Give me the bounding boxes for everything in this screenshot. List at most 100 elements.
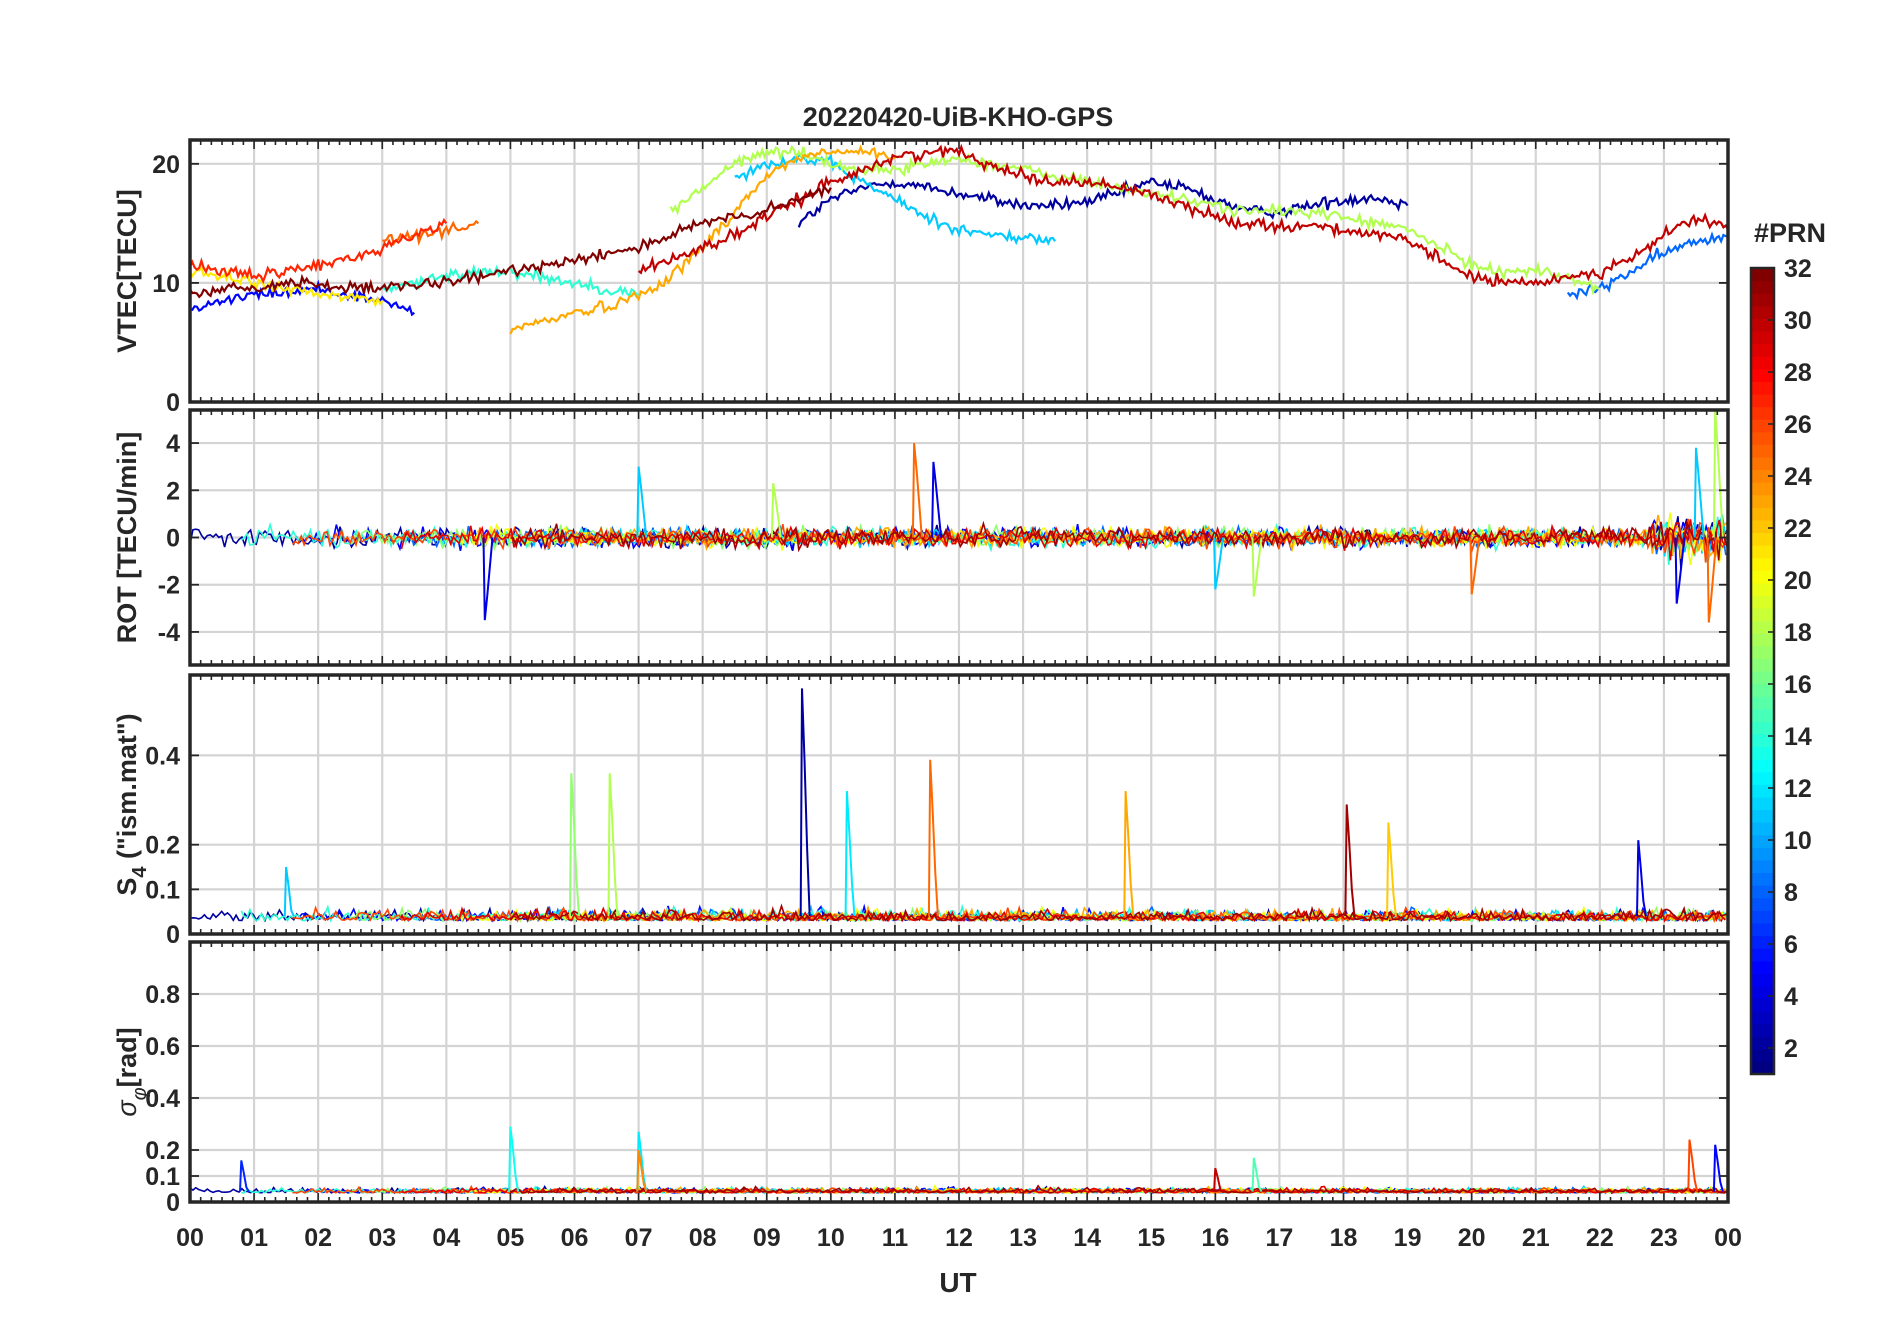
- x-tick-label: 00: [1714, 1224, 1742, 1252]
- colorbar-band: [1751, 1048, 1774, 1063]
- x-tick-label: 02: [304, 1224, 332, 1252]
- y-axis-label: VTEC[TECU]: [112, 189, 142, 353]
- colorbar-band: [1751, 482, 1774, 496]
- colorbar-band: [1751, 721, 1774, 735]
- colorbar-band: [1751, 973, 1774, 987]
- colorbar-band: [1751, 834, 1774, 848]
- colorbar-band: [1751, 671, 1774, 685]
- colorbar-band: [1751, 696, 1774, 710]
- colorbar-tick-label: 10: [1784, 827, 1812, 855]
- colorbar-band: [1751, 683, 1774, 697]
- colorbar-band: [1751, 595, 1774, 609]
- colorbar-band: [1751, 393, 1774, 408]
- colorbar-band: [1751, 998, 1774, 1012]
- x-tick-label: 23: [1650, 1224, 1678, 1252]
- colorbar-band: [1751, 280, 1774, 294]
- x-tick-label: 22: [1586, 1224, 1614, 1252]
- colorbar-tick-label: 6: [1784, 931, 1798, 959]
- y-tick-label: 0: [166, 389, 180, 417]
- y-tick-label: 0: [166, 1189, 180, 1217]
- y-tick-label: -4: [158, 619, 180, 647]
- x-tick-label: 19: [1394, 1224, 1422, 1252]
- x-tick-label: 21: [1522, 1224, 1550, 1252]
- colorbar: 2468101214161820222426283032: [1749, 255, 1812, 1076]
- chart-figure: 20220420-UiB-KHO-GPS 01020VTEC[TECU]-4-2…: [112, 102, 1826, 1298]
- x-axis-label: UT: [939, 1267, 976, 1298]
- colorbar-band: [1751, 356, 1774, 370]
- x-tick-label: 03: [368, 1224, 396, 1252]
- colorbar-band: [1751, 771, 1774, 785]
- colorbar-tick-label: 4: [1784, 983, 1798, 1011]
- chart-panels: 01020VTEC[TECU]-4-2024ROT [TECU/min]00.1…: [112, 138, 1730, 1217]
- x-tick-label: 13: [1009, 1224, 1037, 1252]
- y-tick-label: 0.6: [145, 1033, 180, 1061]
- panel-s4: 0 0.1 0.2 0.4S4 ("ism.mat"): [112, 673, 1730, 949]
- colorbar-tick-label: 12: [1784, 775, 1812, 803]
- colorbar-band: [1751, 582, 1774, 597]
- colorbar-band: [1751, 1061, 1774, 1075]
- colorbar-tick-label: 26: [1784, 411, 1812, 439]
- y-tick-label: 0.1: [145, 1163, 180, 1191]
- colorbar-band: [1751, 897, 1774, 911]
- colorbar-band: [1751, 557, 1774, 571]
- colorbar-band: [1751, 922, 1774, 937]
- x-tick-label: 10: [817, 1224, 845, 1252]
- x-tick-label: 14: [1073, 1224, 1101, 1252]
- colorbar-band: [1751, 910, 1774, 924]
- colorbar-band: [1751, 1023, 1774, 1037]
- x-tick-label: 17: [1266, 1224, 1294, 1252]
- colorbar-band: [1751, 985, 1774, 1000]
- colorbar-tick-label: 2: [1784, 1035, 1798, 1063]
- colorbar-tick-label: 28: [1784, 359, 1812, 387]
- colorbar-band: [1751, 759, 1774, 773]
- colorbar-band: [1751, 1011, 1774, 1025]
- colorbar-band: [1751, 381, 1774, 395]
- y-tick-label: 10: [152, 270, 180, 298]
- colorbar-band: [1751, 708, 1774, 722]
- x-tick-label: 08: [689, 1224, 717, 1252]
- colorbar-band: [1751, 847, 1774, 861]
- x-tick-label: 16: [1201, 1224, 1229, 1252]
- colorbar-tick-label: 8: [1784, 879, 1798, 907]
- colorbar-band: [1751, 456, 1774, 471]
- x-tick-label: 11: [882, 1224, 909, 1252]
- colorbar-band: [1751, 343, 1774, 357]
- x-tick-label: 12: [945, 1224, 973, 1252]
- colorbar-band: [1751, 809, 1774, 823]
- colorbar-band: [1751, 859, 1774, 874]
- colorbar-tick-label: 16: [1784, 671, 1812, 699]
- colorbar-tick-label: 18: [1784, 619, 1812, 647]
- colorbar-band: [1751, 431, 1774, 445]
- colorbar-band: [1751, 935, 1774, 949]
- y-tick-label: 0: [166, 525, 180, 553]
- y-tick-label: 0.1: [145, 876, 180, 904]
- colorbar-tick-label: 14: [1784, 723, 1812, 751]
- colorbar-band: [1751, 368, 1774, 382]
- colorbar-band: [1751, 545, 1774, 559]
- x-tick-label: 06: [561, 1224, 589, 1252]
- colorbar-tick-label: 30: [1784, 307, 1812, 335]
- colorbar-band: [1751, 960, 1774, 974]
- y-tick-label: 20: [152, 151, 180, 179]
- colorbar-band: [1751, 532, 1774, 546]
- colorbar-band: [1751, 608, 1774, 622]
- colorbar-band: [1751, 406, 1774, 420]
- y-tick-label: 4: [166, 430, 180, 458]
- x-tick-label: 01: [240, 1224, 268, 1252]
- colorbar-band: [1751, 633, 1774, 647]
- colorbar-tick-label: 24: [1784, 463, 1812, 491]
- y-tick-label: 0.4: [145, 742, 180, 770]
- colorbar-band: [1751, 570, 1774, 584]
- x-tick-label: 04: [432, 1224, 460, 1252]
- colorbar-band: [1751, 494, 1774, 508]
- colorbar-band: [1751, 293, 1774, 307]
- colorbar-label: #PRN: [1754, 218, 1826, 248]
- x-axis: 00 01 02 03 04 05 06 07 08 09 10 11 12 13 14 15 16 17 18 19…: [176, 1224, 1742, 1252]
- chart-title: 20220420-UiB-KHO-GPS: [803, 102, 1114, 132]
- panel-vtec: 0 10 20 VTEC[TECU]: [112, 138, 1730, 417]
- y-tick-label: 0.2: [145, 832, 180, 860]
- y-tick-label: 0: [166, 921, 180, 949]
- colorbar-band: [1751, 419, 1774, 433]
- colorbar-band: [1751, 948, 1774, 962]
- colorbar-band: [1751, 268, 1774, 282]
